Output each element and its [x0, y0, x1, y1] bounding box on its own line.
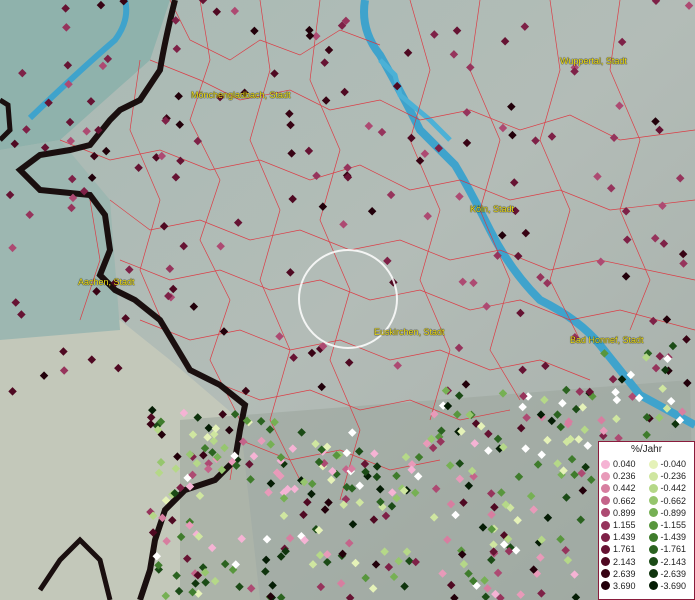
legend-swatch	[601, 532, 610, 542]
legend-swatch	[648, 496, 658, 506]
legend-entry-positive: 0.040	[599, 459, 647, 469]
legend-swatch	[601, 557, 610, 567]
legend-swatch	[601, 569, 610, 579]
legend-value: -1.761	[660, 544, 687, 555]
legend-title: %/Jahr	[630, 444, 663, 455]
legend-swatch	[648, 459, 658, 469]
city-label-wuppertal: Wuppertal, Stadt	[560, 56, 627, 66]
legend-entry-positive: 1.761	[599, 544, 647, 554]
legend-swatch	[648, 544, 658, 554]
legend-swatch	[601, 496, 610, 506]
legend-entry-negative: -2.143	[647, 557, 695, 567]
legend-value: 3.690	[613, 580, 636, 591]
legend-row: 0.236 -0.236	[599, 470, 694, 482]
legend-swatch	[648, 557, 658, 567]
legend-value: 0.442	[613, 483, 636, 494]
legend-swatch	[648, 569, 658, 579]
legend-row: 3.690 -3.690	[599, 580, 694, 592]
legend-entry-positive: 2.639	[599, 569, 647, 579]
legend-row: 2.143 -2.143	[599, 556, 694, 568]
legend-swatch	[601, 544, 610, 554]
legend-entry-positive: 2.143	[599, 557, 647, 567]
legend-row: 0.899 -0.899	[599, 507, 694, 519]
legend-value: -0.040	[660, 459, 687, 470]
legend-swatch	[648, 471, 658, 481]
legend-row: 1.155 -1.155	[599, 519, 694, 531]
legend-swatch	[601, 508, 610, 518]
legend-value: 0.662	[613, 495, 636, 506]
legend-value: -0.662	[660, 495, 687, 506]
legend-swatch	[648, 581, 658, 591]
legend-swatch	[648, 508, 658, 518]
city-label-euskirchen: Euskirchen, Stadt	[374, 327, 445, 337]
legend-swatch	[648, 532, 658, 542]
legend-row: 2.639 -2.639	[599, 568, 694, 580]
legend-swatch	[601, 520, 610, 530]
legend-value: 2.639	[613, 568, 636, 579]
legend-entry-positive: 1.439	[599, 532, 647, 542]
legend-value: -1.155	[660, 520, 687, 531]
city-label-moenchengladbach: Mönchengladbach, Stadt	[191, 90, 291, 100]
legend-swatch	[601, 459, 610, 469]
legend-entry-negative: -2.639	[647, 569, 695, 579]
legend-entry-negative: -0.236	[647, 471, 695, 481]
legend-value: -2.143	[660, 556, 687, 567]
legend-value: 1.439	[613, 532, 636, 543]
legend-swatch	[601, 471, 610, 481]
city-label-aachen: Aachen, Stadt	[78, 277, 135, 287]
legend-value: -3.690	[660, 580, 687, 591]
legend-entry-negative: -0.662	[647, 496, 695, 506]
legend-entry-negative: -1.155	[647, 520, 695, 530]
legend-swatch	[648, 520, 658, 530]
legend-value: -0.236	[660, 471, 687, 482]
legend-entry-positive: 0.662	[599, 496, 647, 506]
legend-entry-positive: 3.690	[599, 581, 647, 591]
legend-value: -1.439	[660, 532, 687, 543]
legend-entry-negative: -3.690	[647, 581, 695, 591]
legend-entry-negative: -1.761	[647, 544, 695, 554]
legend-value: 2.143	[613, 556, 636, 567]
legend-value: -0.899	[660, 507, 687, 518]
legend-value: 0.899	[613, 507, 636, 518]
legend-entry-negative: -0.040	[647, 459, 695, 469]
legend-row: 1.439 -1.439	[599, 531, 694, 543]
legend-row: 0.442 -0.442	[599, 482, 694, 494]
legend-swatch	[601, 483, 610, 493]
legend-row: 1.761 -1.761	[599, 543, 694, 555]
legend-row: 0.040 -0.040	[599, 458, 694, 470]
legend-entry-positive: 0.442	[599, 483, 647, 493]
legend-entry-negative: -0.899	[647, 508, 695, 518]
legend-value: -2.639	[660, 568, 687, 579]
legend-row: 0.662 -0.662	[599, 495, 694, 507]
map-legend: %/Jahr 0.040 -0.040 0.236 -0.236 0.442 -0.442…	[598, 441, 695, 600]
legend-rows: 0.040 -0.040 0.236 -0.236 0.442 -0.442 0.662 -0…	[599, 458, 694, 592]
legend-value: 0.236	[613, 471, 636, 482]
legend-value: -0.442	[660, 483, 687, 494]
legend-entry-positive: 0.236	[599, 471, 647, 481]
legend-swatch	[601, 581, 610, 591]
city-label-badhonnef: Bad Honnef, Stadt	[570, 335, 644, 345]
legend-entry-negative: -0.442	[647, 483, 695, 493]
legend-entry-positive: 1.155	[599, 520, 647, 530]
legend-value: 1.761	[613, 544, 636, 555]
city-label-koeln: Köln, Stadt	[470, 204, 515, 214]
legend-entry-negative: -1.439	[647, 532, 695, 542]
legend-value: 0.040	[613, 459, 636, 470]
legend-value: 1.155	[613, 520, 636, 531]
legend-entry-positive: 0.899	[599, 508, 647, 518]
legend-swatch	[648, 483, 658, 493]
